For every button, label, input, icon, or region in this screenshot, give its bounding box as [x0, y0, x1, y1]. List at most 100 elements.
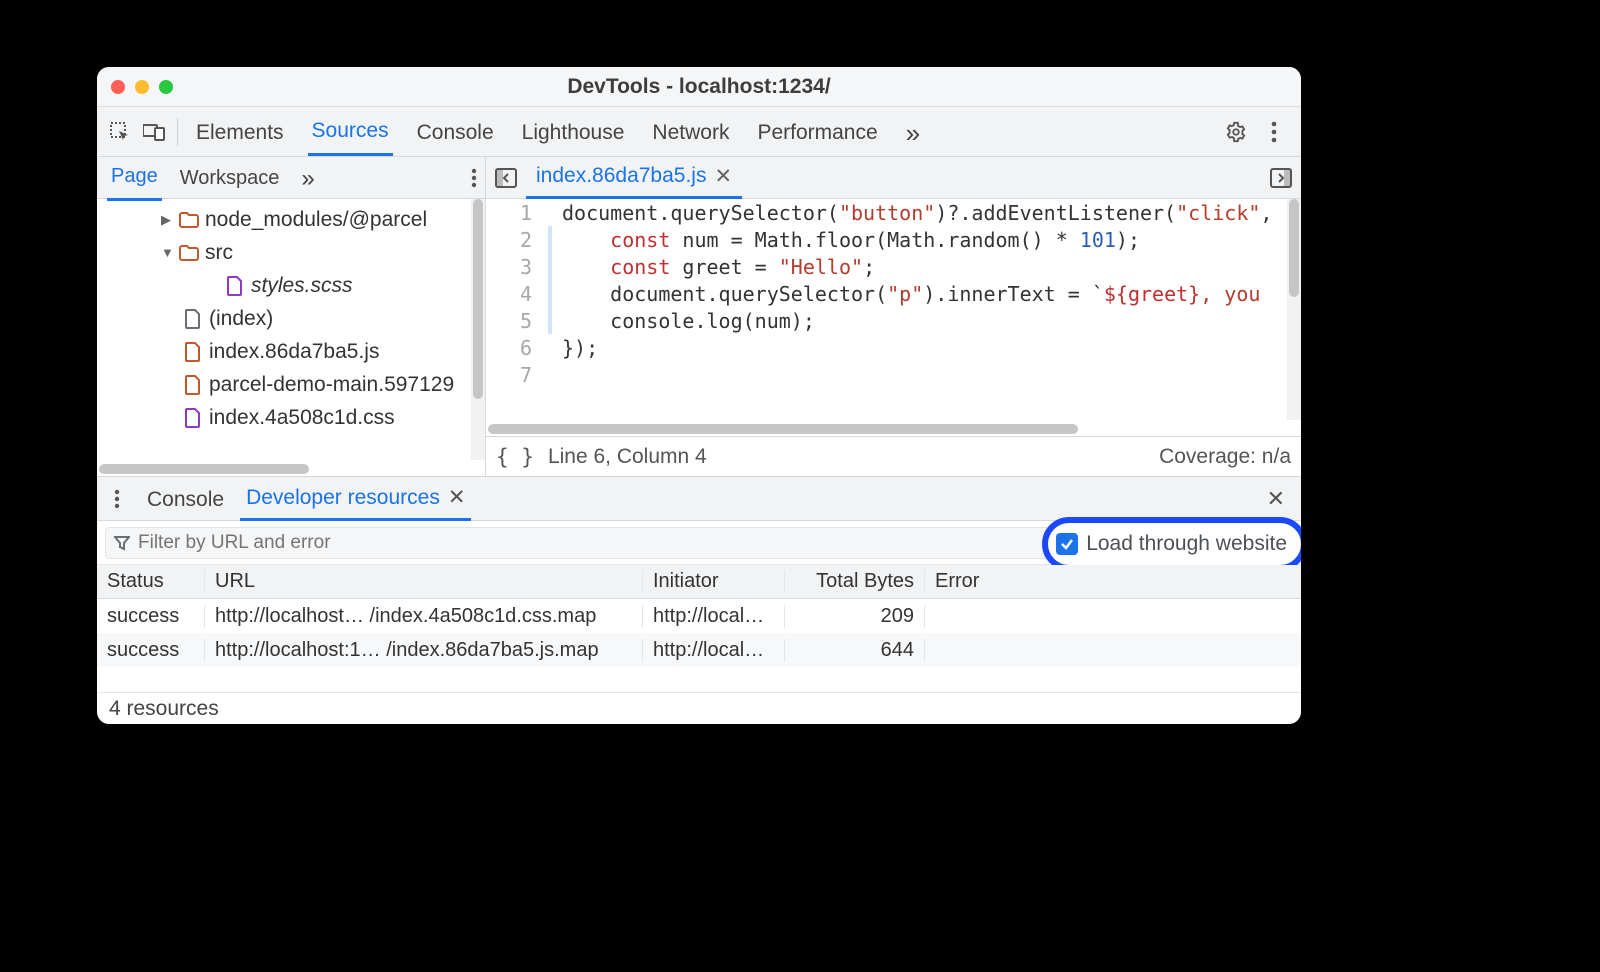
cell-url: http://localhost:1… /index.86da7ba5.js.m…: [205, 639, 643, 662]
cursor-position: Line 6, Column 4: [548, 445, 707, 469]
line-number: 5: [486, 309, 548, 333]
expand-arrow-icon[interactable]: ▶: [161, 212, 173, 228]
tabs-overflow-icon[interactable]: »: [902, 109, 924, 155]
col-status[interactable]: Status: [97, 570, 205, 593]
tree-item[interactable]: ▼src: [97, 236, 485, 269]
code-text: const num = Math.floor(Math.random() * 1…: [562, 228, 1140, 252]
tree-label: index.86da7ba5.js: [209, 340, 379, 364]
cell-initiator: http://local…: [643, 639, 785, 662]
col-bytes[interactable]: Total Bytes: [785, 570, 925, 593]
table-header: Status URL Initiator Total Bytes Error: [97, 565, 1301, 599]
divider: [177, 118, 178, 146]
editor-tab-active[interactable]: index.86da7ba5.js ✕: [526, 157, 742, 199]
tab-elements[interactable]: Elements: [192, 110, 288, 154]
folder-icon: [179, 243, 199, 263]
tree-item[interactable]: styles.scss: [97, 269, 485, 302]
exec-marker: [548, 226, 552, 253]
tree-item[interactable]: index.86da7ba5.js: [97, 335, 485, 368]
line-number: 2: [486, 228, 548, 252]
tree-label: node_modules/@parcel: [205, 208, 427, 232]
line-number: 3: [486, 255, 548, 279]
code-line[interactable]: 1 document.querySelector("button")?.addEv…: [486, 199, 1301, 226]
line-number: 6: [486, 336, 548, 360]
file-tree[interactable]: ▶ node_modules/@parcel ▼srcstyles.scss (ind…: [97, 199, 485, 476]
file-icon: [183, 309, 203, 329]
fullscreen-window-button[interactable]: [159, 80, 173, 94]
tab-network[interactable]: Network: [648, 110, 733, 154]
code-text: document.querySelector("button")?.addEve…: [562, 201, 1272, 225]
code-line[interactable]: 6});: [486, 334, 1301, 361]
line-number: 7: [486, 363, 548, 387]
toggle-nav-icon[interactable]: [492, 164, 520, 192]
code-editor[interactable]: 1 document.querySelector("button")?.addEv…: [486, 199, 1301, 436]
toggle-sidebar-icon[interactable]: [1267, 164, 1295, 192]
code-text: });: [562, 336, 598, 360]
code-text: document.querySelector("p").innerText = …: [562, 282, 1260, 306]
expand-arrow-icon[interactable]: ▼: [161, 245, 173, 260]
close-tab-icon[interactable]: ✕: [714, 164, 732, 189]
drawer-tab-close-icon[interactable]: ✕: [448, 485, 466, 510]
tab-performance[interactable]: Performance: [753, 110, 881, 154]
tab-sources[interactable]: Sources: [308, 108, 393, 156]
window-controls: [97, 80, 173, 94]
drawer-more-icon[interactable]: [103, 482, 131, 516]
code-line[interactable]: 3 const greet = "Hello";: [486, 253, 1301, 280]
format-button[interactable]: { }: [496, 445, 534, 469]
load-through-website-checkbox[interactable]: [1056, 533, 1078, 555]
code-text: console.log(num);: [562, 309, 815, 333]
code-line[interactable]: 5 console.log(num);: [486, 307, 1301, 334]
load-through-website-label: Load through website: [1086, 532, 1287, 556]
coverage-status: Coverage: n/a: [1159, 445, 1291, 469]
drawer-filter-row: Load through website: [97, 521, 1301, 565]
cell-bytes: 209: [785, 605, 925, 628]
tab-lighthouse[interactable]: Lighthouse: [518, 110, 629, 154]
drawer-close-icon[interactable]: ✕: [1267, 486, 1295, 512]
navigator-pane: Page Workspace » ▶node_modules/@parcel▼s…: [97, 157, 486, 476]
col-initiator[interactable]: Initiator: [643, 570, 785, 593]
cell-bytes: 644: [785, 639, 925, 662]
code-line[interactable]: 4 document.querySelector("p").innerText …: [486, 280, 1301, 307]
nav-hscrollbar[interactable]: [97, 462, 485, 476]
nav-vscrollbar[interactable]: [471, 199, 485, 460]
editor-statusbar: { } Line 6, Column 4 Coverage: n/a: [486, 436, 1301, 476]
tree-label: index.4a508c1d.css: [209, 406, 395, 430]
tree-label: parcel-demo-main.597129: [209, 373, 454, 397]
nav-more-icon[interactable]: [471, 168, 485, 188]
drawer-tab-devres[interactable]: Developer resources ✕: [240, 476, 471, 521]
col-url[interactable]: URL: [205, 570, 643, 593]
resources-table: Status URL Initiator Total Bytes Error s…: [97, 565, 1301, 692]
folder-icon: [179, 210, 199, 230]
line-number: 1: [486, 201, 548, 225]
drawer-footer: 4 resources: [97, 692, 1301, 724]
drawer-tab-console[interactable]: Console: [141, 479, 230, 519]
editor-pane: index.86da7ba5.js ✕ 1 document.querySelec…: [486, 157, 1301, 476]
window-title: DevTools - localhost:1234/: [97, 75, 1301, 99]
close-window-button[interactable]: [111, 80, 125, 94]
file-css-icon: [225, 276, 245, 296]
nav-tab-page[interactable]: Page: [107, 154, 162, 201]
table-row[interactable]: successhttp://localhost:1… /index.86da7b…: [97, 633, 1301, 667]
inspect-element-icon[interactable]: [103, 115, 137, 149]
tree-item[interactable]: ▶ node_modules/@parcel: [97, 203, 485, 236]
code-line[interactable]: 7: [486, 361, 1301, 388]
kebab-menu-icon[interactable]: [1257, 115, 1291, 149]
tree-item[interactable]: (index): [97, 302, 485, 335]
tree-label: (index): [209, 307, 273, 331]
table-row[interactable]: successhttp://localhost… /index.4a508c1d…: [97, 599, 1301, 633]
editor-vscrollbar[interactable]: [1287, 199, 1301, 420]
editor-hscrollbar[interactable]: [486, 422, 1287, 436]
drawer-tab-devres-label: Developer resources: [246, 486, 440, 510]
device-toolbar-icon[interactable]: [137, 115, 171, 149]
settings-icon[interactable]: [1219, 115, 1253, 149]
tab-console[interactable]: Console: [413, 110, 498, 154]
code-line[interactable]: 2 const num = Math.floor(Math.random() *…: [486, 226, 1301, 253]
minimize-window-button[interactable]: [135, 80, 149, 94]
editor-tabstrip: index.86da7ba5.js ✕: [486, 157, 1301, 199]
exec-marker: [548, 253, 552, 280]
exec-marker: [548, 199, 552, 226]
tree-item[interactable]: parcel-demo-main.597129: [97, 368, 485, 401]
nav-tab-workspace[interactable]: Workspace: [176, 156, 284, 199]
nav-tabs-overflow-icon[interactable]: »: [297, 154, 318, 202]
tree-item[interactable]: index.4a508c1d.css: [97, 401, 485, 434]
col-error[interactable]: Error: [925, 570, 1301, 593]
